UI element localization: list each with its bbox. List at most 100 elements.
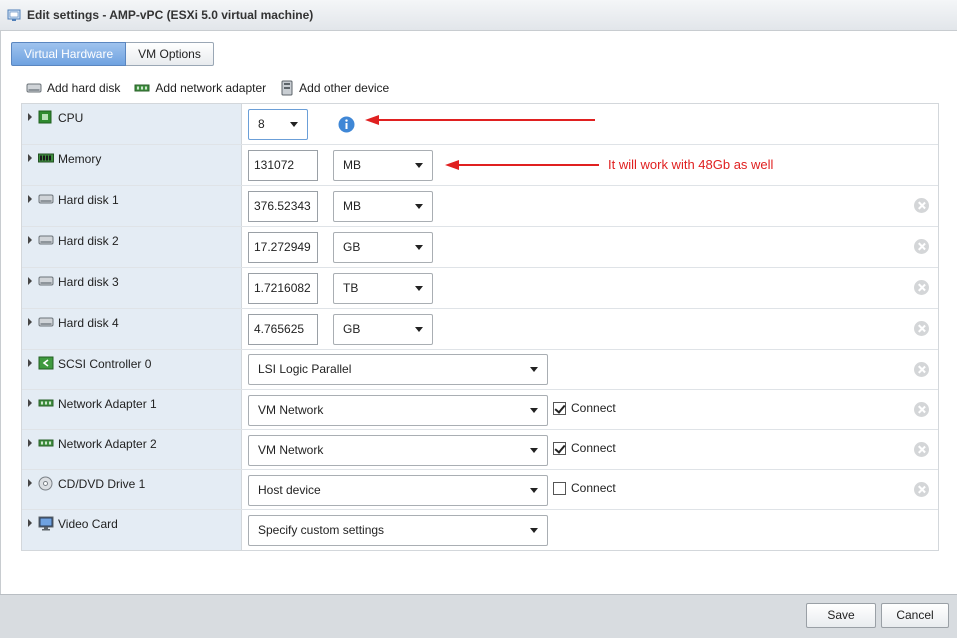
memory-unit-value: MB	[343, 158, 361, 172]
checkbox-unchecked[interactable]	[553, 481, 566, 495]
remove-device-icon[interactable]	[914, 198, 929, 213]
memory-unit-select[interactable]: MB	[333, 150, 433, 181]
memory-size-input[interactable]: 131072	[248, 150, 318, 181]
add-other-device-label: Add other device	[299, 81, 390, 95]
other-device-icon	[281, 80, 293, 96]
expand-arrow-icon[interactable]	[28, 399, 32, 407]
hardware-row-hard-disk-2: Hard disk 2 17.272949 GB	[22, 227, 938, 268]
cpu-chip-icon	[38, 110, 52, 124]
network-adapter-1-connect-checkbox[interactable]: Connect	[553, 401, 616, 415]
row-label-scsi-controller: SCSI Controller 0	[58, 357, 152, 371]
annotation-arrow-memory	[445, 160, 599, 170]
chevron-down-icon	[415, 327, 423, 332]
network-adapter-2-connect-checkbox[interactable]: Connect	[553, 441, 616, 455]
hardware-grid: CPU 8 Memory 131072 MB It will work with…	[21, 103, 939, 551]
checkbox-checked[interactable]	[553, 401, 566, 415]
connect-label: Connect	[571, 441, 616, 455]
row-label-cpu: CPU	[58, 111, 84, 125]
expand-arrow-icon[interactable]	[28, 479, 32, 487]
cd-dvd-source-select[interactable]: Host device	[248, 475, 548, 506]
row-label-cell: Memory	[22, 145, 242, 185]
hard-disk-4-size-input[interactable]: 4.765625	[248, 314, 318, 345]
network-adapter-icon	[38, 436, 54, 450]
window-frame	[0, 31, 1, 594]
chevron-down-icon	[530, 408, 538, 413]
hardware-row-network-adapter-2: Network Adapter 2 VM Network Connect	[22, 430, 938, 470]
cpu-count-select[interactable]: 8	[248, 109, 308, 140]
remove-device-icon[interactable]	[914, 482, 929, 497]
hard-disk-3-unit-value: TB	[343, 281, 359, 295]
expand-arrow-icon[interactable]	[28, 318, 32, 326]
row-label-hard-disk-3: Hard disk 3	[58, 275, 119, 289]
expand-arrow-icon[interactable]	[28, 439, 32, 447]
row-label-hard-disk-1: Hard disk 1	[58, 193, 119, 207]
expand-arrow-icon[interactable]	[28, 277, 32, 285]
expand-arrow-icon[interactable]	[28, 154, 32, 162]
row-label-cell: Hard disk 1	[22, 186, 242, 226]
hardware-row-video-card: Video Card Specify custom settings	[22, 510, 938, 550]
add-other-device-button[interactable]: Add other device	[280, 80, 389, 96]
add-network-adapter-button[interactable]: Add network adapter	[134, 81, 266, 95]
cd-dvd-icon	[38, 476, 53, 491]
row-label-cell: Network Adapter 1	[22, 390, 242, 429]
remove-device-icon[interactable]	[914, 362, 929, 377]
hard-disk-2-unit-select[interactable]: GB	[333, 232, 433, 263]
expand-arrow-icon[interactable]	[28, 236, 32, 244]
device-toolbar: Add hard disk Add network adapter Add ot…	[26, 80, 403, 96]
hard-disk-1-unit-value: MB	[343, 199, 361, 213]
remove-device-icon[interactable]	[914, 442, 929, 457]
chevron-down-icon	[290, 122, 298, 127]
row-label-hard-disk-4: Hard disk 4	[58, 316, 119, 330]
remove-device-icon[interactable]	[914, 402, 929, 417]
checkbox-checked[interactable]	[553, 441, 566, 455]
hard-disk-4-unit-select[interactable]: GB	[333, 314, 433, 345]
hardware-row-network-adapter-1: Network Adapter 1 VM Network Connect	[22, 390, 938, 430]
vm-settings-icon	[7, 8, 21, 22]
window-titlebar: Edit settings - AMP-vPC (ESXi 5.0 virtua…	[0, 0, 957, 31]
expand-arrow-icon[interactable]	[28, 519, 32, 527]
settings-tabs: Virtual Hardware VM Options	[11, 42, 214, 66]
network-adapter-icon	[38, 396, 54, 410]
info-icon[interactable]	[338, 116, 355, 136]
expand-arrow-icon[interactable]	[28, 113, 32, 121]
chevron-down-icon	[415, 286, 423, 291]
hard-disk-3-unit-select[interactable]: TB	[333, 273, 433, 304]
expand-arrow-icon[interactable]	[28, 195, 32, 203]
remove-device-icon[interactable]	[914, 280, 929, 295]
video-card-settings-select[interactable]: Specify custom settings	[248, 515, 548, 546]
cancel-button[interactable]: Cancel	[881, 603, 949, 628]
chevron-down-icon	[415, 245, 423, 250]
network-adapter-2-network-value: VM Network	[258, 443, 324, 457]
hard-disk-2-size-input[interactable]: 17.272949	[248, 232, 318, 263]
chevron-down-icon	[530, 367, 538, 372]
tab-vm-options[interactable]: VM Options	[126, 42, 214, 66]
dialog-footer: Save Cancel	[0, 594, 957, 638]
row-label-memory: Memory	[58, 152, 102, 166]
remove-device-icon[interactable]	[914, 239, 929, 254]
tab-virtual-hardware[interactable]: Virtual Hardware	[11, 42, 127, 66]
save-button[interactable]: Save	[806, 603, 876, 628]
chevron-down-icon	[530, 448, 538, 453]
scsi-controller-type-value: LSI Logic Parallel	[258, 362, 352, 376]
annotation-arrow-cpu	[365, 115, 595, 125]
hardware-row-hard-disk-4: Hard disk 4 4.765625 GB	[22, 309, 938, 350]
network-adapter-1-network-select[interactable]: VM Network	[248, 395, 548, 426]
chevron-down-icon	[415, 204, 423, 209]
add-hard-disk-button[interactable]: Add hard disk	[26, 81, 120, 95]
row-label-video-card: Video Card	[58, 517, 118, 531]
connect-label: Connect	[571, 401, 616, 415]
row-label-cell: SCSI Controller 0	[22, 350, 242, 389]
cd-dvd-connect-checkbox[interactable]: Connect	[553, 481, 616, 495]
chevron-down-icon	[530, 488, 538, 493]
hard-disk-1-unit-select[interactable]: MB	[333, 191, 433, 222]
remove-device-icon[interactable]	[914, 321, 929, 336]
expand-arrow-icon[interactable]	[28, 359, 32, 367]
row-label-cd-dvd-drive: CD/DVD Drive 1	[58, 477, 146, 491]
hardware-row-memory: Memory 131072 MB It will work with 48Gb …	[22, 145, 938, 186]
hard-disk-3-size-input[interactable]: 1.7216082	[248, 273, 318, 304]
network-adapter-2-network-select[interactable]: VM Network	[248, 435, 548, 466]
hard-disk-1-size-input[interactable]: 376.52343	[248, 191, 318, 222]
scsi-controller-type-select[interactable]: LSI Logic Parallel	[248, 354, 548, 385]
hardware-row-hard-disk-1: Hard disk 1 376.52343 MB	[22, 186, 938, 227]
hard-disk-icon	[26, 83, 42, 93]
